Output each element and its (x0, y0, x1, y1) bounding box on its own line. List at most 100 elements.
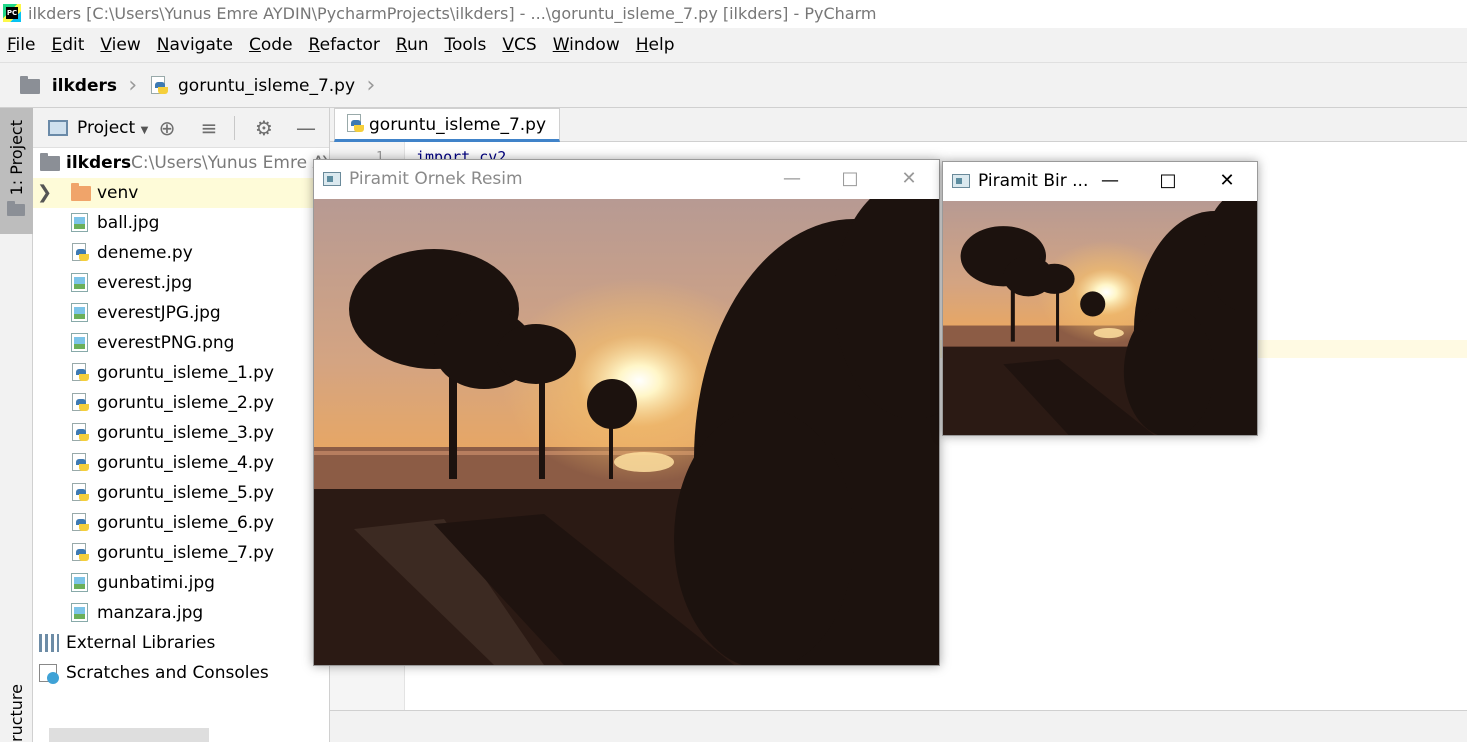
python-file-icon (149, 76, 169, 96)
menu-label: ode (260, 35, 293, 55)
expand-arrow-icon[interactable]: ❯ (37, 178, 52, 208)
project-view-selector[interactable]: Project ▼ (77, 108, 148, 151)
hide-panel-icon[interactable]: — (293, 108, 319, 148)
window-title-bar: PC ilkders [C:\Users\Yunus Emre AYDIN\Py… (0, 0, 1467, 28)
tree-item[interactable]: gunbatimi.jpg (33, 568, 329, 598)
python-file-icon (70, 513, 90, 533)
menu-label: ile (15, 35, 36, 55)
tool-window-structure-label[interactable]: ructure (7, 684, 26, 742)
menu-item[interactable]: Navigate (150, 28, 240, 62)
folder-icon (20, 75, 41, 94)
close-button[interactable]: ✕ (1198, 162, 1256, 200)
tree-item[interactable]: everestJPG.jpg (33, 298, 329, 328)
menu-label: CS (514, 35, 537, 55)
tree-item-label: everestPNG.png (97, 333, 235, 353)
tree-item-label: everestJPG.jpg (97, 303, 221, 323)
tree-item[interactable]: ❯ venv (33, 178, 329, 208)
menu-item[interactable]: Refactor (302, 28, 387, 62)
menu-item[interactable]: View (93, 28, 147, 62)
editor-tab-bar: goruntu_isleme_7.py ✕ (330, 108, 1467, 167)
gear-icon[interactable]: ⚙ (251, 108, 277, 148)
window-title: ilkders [C:\Users\Yunus Emre AYDIN\Pycha… (28, 4, 877, 23)
python-file-icon (70, 363, 90, 383)
tree-item[interactable]: goruntu_isleme_2.py (33, 388, 329, 418)
tree-scratches[interactable]: Scratches and Consoles (33, 658, 329, 688)
menu-mnemonic: H (635, 35, 649, 55)
tree-item[interactable]: everestPNG.png (33, 328, 329, 358)
menu-mnemonic: W (552, 35, 570, 55)
python-file-icon (70, 423, 90, 443)
python-file-icon (70, 483, 90, 503)
menu-item[interactable]: Help (629, 28, 682, 62)
left-tool-strip: 1: Project ructure (0, 108, 33, 742)
menu-item[interactable]: Code (242, 28, 300, 62)
menu-mnemonic: T (444, 35, 453, 55)
menu-item[interactable]: Run (389, 28, 436, 62)
project-toolbar: Project ▼ ⊕ ≡ ⚙ — (33, 108, 329, 151)
menu-item[interactable]: VCS (495, 28, 543, 62)
tree-item[interactable]: goruntu_isleme_1.py (33, 358, 329, 388)
tree-root-name: ilkders (66, 153, 132, 173)
menu-item[interactable]: File (0, 28, 42, 62)
tree-item[interactable]: manzara.jpg (33, 598, 329, 628)
maximize-button[interactable]: □ (1139, 162, 1197, 200)
locate-icon[interactable]: ⊕ (154, 108, 180, 148)
image-window-large[interactable]: Piramit Ornek Resim — □ ✕ (313, 159, 940, 666)
editor-tab[interactable]: goruntu_isleme_7.py ✕ (334, 108, 560, 167)
horizontal-scrollbar[interactable] (49, 728, 209, 742)
tree-item-label: ball.jpg (97, 213, 160, 233)
image-file-icon (71, 573, 88, 592)
menu-item[interactable]: Window (546, 28, 627, 62)
breadcrumb: ilkders › goruntu_isleme_7.py › (0, 62, 1467, 108)
tree-item-label: gunbatimi.jpg (97, 573, 215, 593)
tree-item[interactable]: goruntu_isleme_3.py (33, 418, 329, 448)
menu-item[interactable]: Edit (44, 28, 91, 62)
close-button[interactable]: ✕ (880, 160, 938, 198)
tree-item-label: manzara.jpg (97, 603, 204, 623)
menu-label: dit (62, 35, 85, 55)
chevron-right-icon: › (366, 73, 376, 98)
tool-window-project[interactable]: 1: Project (0, 108, 33, 234)
image-window-small[interactable]: Piramit Bir ... — □ ✕ (942, 161, 1258, 436)
menu-label: un (406, 35, 429, 55)
tree-item-label: venv (97, 183, 139, 203)
image-window-title-bar[interactable]: Piramit Bir ... — □ ✕ (943, 162, 1257, 200)
menu-mnemonic: R (395, 35, 407, 55)
image-window-title-bar[interactable]: Piramit Ornek Resim — □ ✕ (314, 160, 939, 198)
tree-item[interactable]: goruntu_isleme_4.py (33, 448, 329, 478)
image-file-icon (71, 603, 88, 622)
tree-item[interactable]: deneme.py (33, 238, 329, 268)
menu-mnemonic: F (7, 35, 16, 55)
menu-mnemonic: C (249, 35, 261, 55)
menu-mnemonic: V (502, 35, 515, 55)
maximize-button[interactable]: □ (821, 160, 879, 198)
menu-mnemonic: N (156, 35, 170, 55)
menu-item[interactable]: Tools (438, 28, 494, 62)
breadcrumb-project[interactable]: ilkders (52, 76, 117, 96)
library-icon (39, 634, 59, 652)
tree-item[interactable]: goruntu_isleme_6.py (33, 508, 329, 538)
scratches-badge-icon (47, 672, 59, 684)
tree-item[interactable]: everest.jpg (33, 268, 329, 298)
tree-item[interactable]: goruntu_isleme_5.py (33, 478, 329, 508)
tree-item[interactable]: goruntu_isleme_7.py (33, 538, 329, 568)
tree-item[interactable]: ball.jpg (33, 208, 329, 238)
tree-item-label: Scratches and Consoles (66, 663, 269, 683)
window-app-icon (952, 174, 970, 188)
menu-mnemonic: E (51, 35, 63, 55)
tree-item-label: goruntu_isleme_5.py (97, 483, 275, 503)
breadcrumb-file[interactable]: goruntu_isleme_7.py (178, 76, 355, 96)
tree-root[interactable]: ilkders C:\Users\Yunus Emre AY (33, 148, 329, 178)
menu-mnemonic: R (308, 35, 320, 55)
menu-label: efactor (319, 35, 380, 55)
tree-item-label: goruntu_isleme_7.py (97, 543, 275, 563)
minimize-button[interactable]: — (1081, 162, 1139, 200)
image-file-icon (71, 213, 88, 232)
tree-external-libraries[interactable]: External Libraries (33, 628, 329, 658)
collapse-all-icon[interactable]: ≡ (196, 108, 222, 148)
dropdown-arrow-icon: ▼ (140, 125, 149, 136)
python-file-icon (70, 543, 90, 563)
minimize-button[interactable]: — (763, 160, 821, 198)
window-app-icon (323, 172, 341, 186)
image-window-title: Piramit Ornek Resim (349, 169, 523, 189)
